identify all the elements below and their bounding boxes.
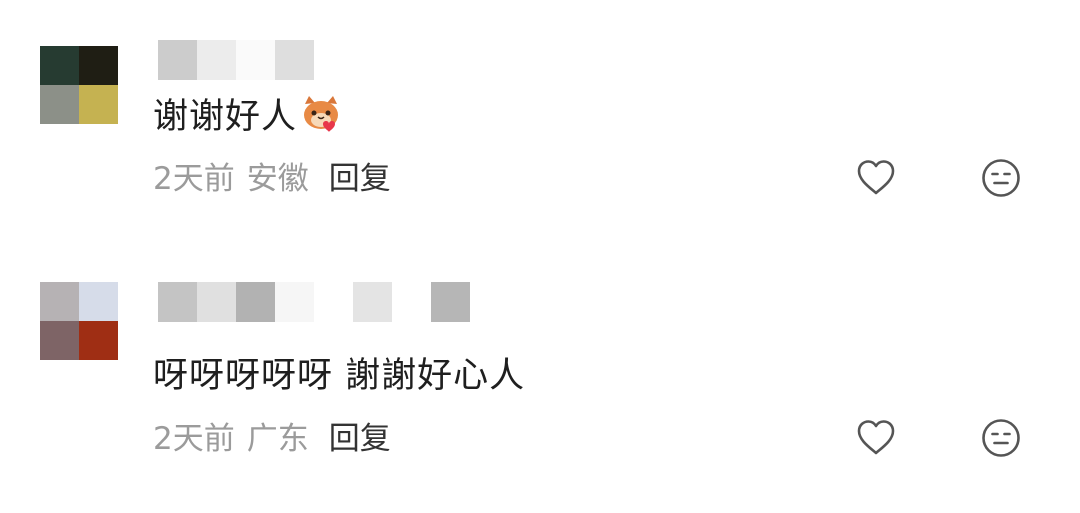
mosaic-block	[314, 282, 353, 322]
avatar-tile	[40, 321, 79, 360]
mosaic-block	[431, 282, 470, 322]
reply-button[interactable]: 回复	[329, 421, 391, 457]
comment-item: 呀呀呀呀呀 謝謝好心人 2天前 广东 回复	[0, 0, 1080, 513]
comment-meta: 2天前 广东 回复	[153, 419, 391, 459]
mosaic-block	[392, 282, 431, 322]
mosaic-block	[353, 282, 392, 322]
avatar-tile	[79, 321, 118, 360]
like-button[interactable]	[853, 415, 899, 461]
comment-time: 2天前	[153, 421, 235, 457]
mosaic-block	[236, 282, 275, 322]
mosaic-block	[275, 282, 314, 322]
comment-text-body: 呀呀呀呀呀 謝謝好心人	[153, 356, 526, 396]
comment-location: 广东	[246, 421, 309, 457]
username-blurred[interactable]	[158, 282, 470, 322]
avatar-tile	[40, 282, 79, 321]
neutral-face-icon	[982, 419, 1020, 457]
mosaic-block	[197, 282, 236, 322]
avatar[interactable]	[40, 282, 118, 360]
heart-icon	[857, 420, 895, 455]
comment-text: 呀呀呀呀呀 謝謝好心人	[153, 354, 525, 398]
dislike-button[interactable]	[978, 415, 1024, 461]
avatar-tile	[79, 282, 118, 321]
mosaic-block	[158, 282, 197, 322]
